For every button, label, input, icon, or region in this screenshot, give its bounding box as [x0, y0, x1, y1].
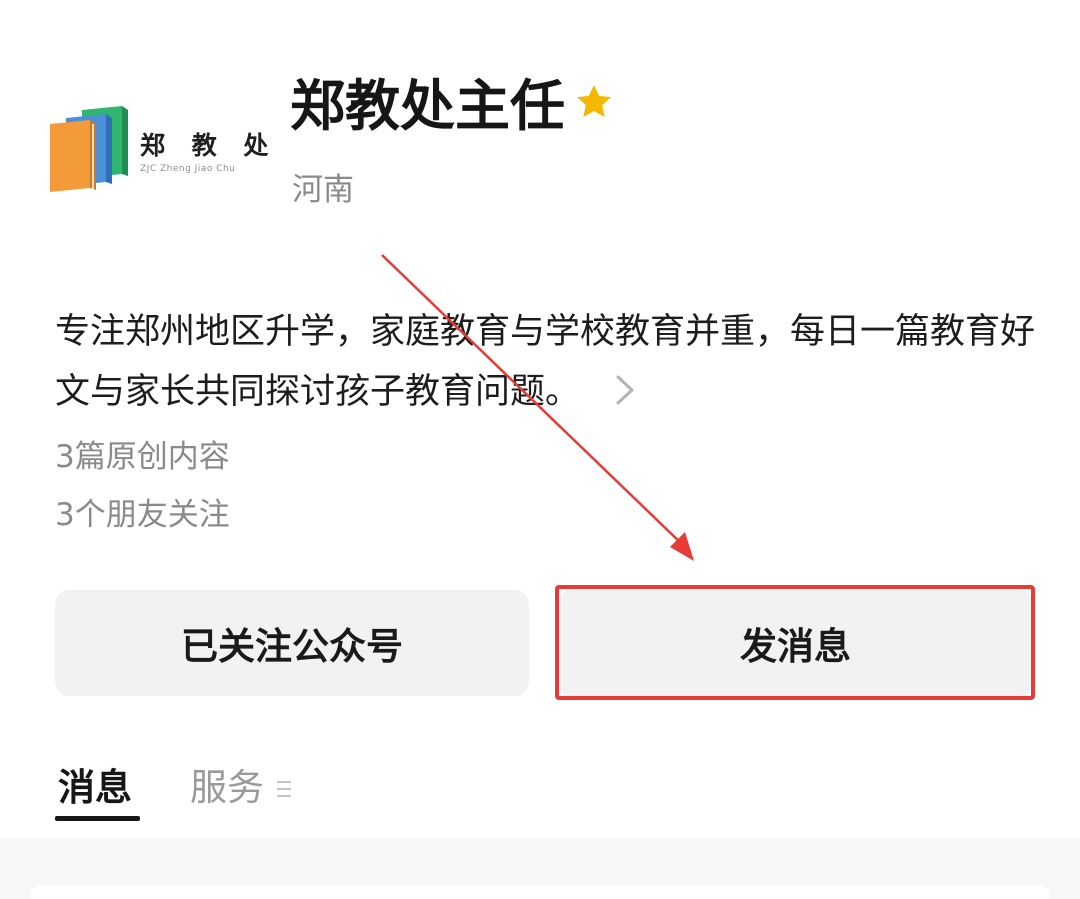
account-region: 河南 [292, 172, 354, 208]
menu-lines-icon[interactable] [276, 779, 292, 799]
original-content-count[interactable]: 3篇原创内容 [55, 437, 230, 477]
books-logo-icon [50, 106, 128, 192]
tab-messages[interactable]: 消息 [58, 762, 132, 814]
message-card[interactable] [30, 885, 1050, 899]
star-icon[interactable] [574, 82, 614, 122]
friends-following-count[interactable]: 3个朋友关注 [55, 495, 230, 535]
account-description[interactable]: 专注郑州地区升学，家庭教育与学校教育并重，每日一篇教育好文与家长共同探讨孩子教育… [55, 302, 1040, 422]
followed-account-button[interactable]: 已关注公众号 [55, 590, 529, 696]
description-text: 专注郑州地区升学，家庭教育与学校教育并重，每日一篇教育好文与家长共同探讨孩子教育… [55, 312, 1036, 412]
active-tab-indicator [55, 816, 140, 821]
send-message-button[interactable]: 发消息 [557, 590, 1034, 696]
account-name: 郑教处主任 [290, 74, 566, 138]
account-profile-page: 郑 教 处 ZJC Zheng Jiao Chu 郑教处主任 河南 专注郑州地区… [0, 0, 1080, 899]
chevron-right-icon[interactable] [614, 373, 638, 407]
tab-services[interactable]: 服务 [190, 762, 264, 814]
logo-wordmark: 郑 教 处 [140, 131, 278, 160]
logo-subtitle: ZJC Zheng Jiao Chu [140, 164, 236, 174]
account-logo[interactable]: 郑 教 处 ZJC Zheng Jiao Chu [48, 102, 268, 192]
